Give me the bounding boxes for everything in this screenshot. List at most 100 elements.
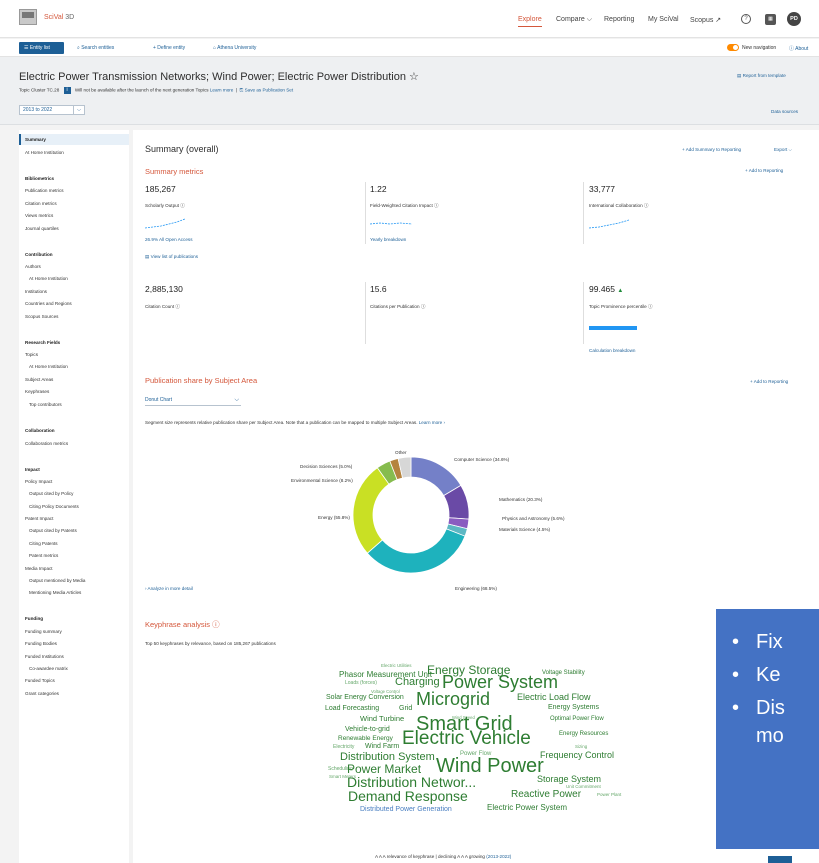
sidebar-item[interactable]: Summary <box>25 137 46 142</box>
view-publications-link[interactable]: ▤ View list of publications <box>145 254 198 260</box>
keyphrase-word[interactable]: Wind Turbine <box>360 715 404 723</box>
apps-grid-icon[interactable]: ▦ <box>765 14 776 25</box>
sidebar-item[interactable]: Citing Policy Documents <box>29 504 79 509</box>
keyphrase-word[interactable]: Storage System <box>537 775 601 784</box>
sidebar-item[interactable]: Scopus Sources <box>25 314 58 319</box>
keyphrase-word[interactable]: Frequency Control <box>540 751 614 760</box>
sidebar-item[interactable]: Topics <box>25 352 38 357</box>
new-navigation-toggle[interactable] <box>727 44 739 51</box>
keyphrase-word[interactable]: Electric Vehicle <box>402 729 531 748</box>
help-icon[interactable]: ? <box>741 14 751 24</box>
sidebar-item[interactable]: Grant categories <box>25 691 59 696</box>
sidebar-item[interactable]: At Home Institution <box>25 150 64 155</box>
keyphrase-word[interactable]: Load Forecasting <box>325 705 379 712</box>
sidebar-item[interactable]: Policy Impact <box>25 479 52 484</box>
sidebar-item[interactable]: Output cited by Patents <box>29 528 77 533</box>
open-access-link[interactable]: 26.9% All Open Access <box>145 237 193 242</box>
sidebar-item[interactable]: Output mentioned by Media <box>29 578 85 583</box>
sidebar-item[interactable]: Funded Institutions <box>25 654 64 659</box>
year-range-select[interactable]: 2013 to 2022 ⌵ <box>19 105 85 115</box>
keyphrase-word[interactable]: Demand Response <box>348 789 468 803</box>
sidebar-item[interactable]: Views metrics <box>25 213 53 218</box>
sidebar-item: Research Fields <box>25 340 61 345</box>
keyphrase-word[interactable]: Microgrid <box>416 690 490 708</box>
scholarly-output-sparkline <box>145 218 185 229</box>
keyphrase-word[interactable]: Vehicle-to-grid <box>345 726 390 733</box>
analyze-more-link[interactable]: › Analyze in more detail <box>145 586 193 591</box>
sidebar-item[interactable]: Keyphrases <box>25 389 49 394</box>
about-link[interactable]: ⓘ About <box>789 45 808 52</box>
sidebar-item[interactable]: Citation metrics <box>25 201 57 206</box>
keyphrase-word[interactable]: Optimal Power Flow <box>550 716 604 722</box>
sidebar-item[interactable]: Co-awardee matrix <box>29 666 68 671</box>
keyphrase-word[interactable]: Charging <box>395 677 440 688</box>
sidebar-item[interactable]: Publication metrics <box>25 188 64 193</box>
define-entity-button[interactable]: + Define entity <box>153 45 185 51</box>
keyphrase-word[interactable]: Electric Load Flow <box>517 693 591 702</box>
sidebar-item[interactable]: Media Impact <box>25 566 53 571</box>
sidebar-item[interactable]: Countries and Regions <box>25 301 72 306</box>
keyphrase-word[interactable]: Sizing <box>575 744 587 750</box>
sidebar-item[interactable]: Patent Impact <box>25 516 53 521</box>
app-name[interactable]: SciVal 3D <box>44 14 74 21</box>
summary-metrics-title: Summary metrics <box>145 167 204 176</box>
info-badge-icon: i <box>63 87 71 94</box>
sidebar-item[interactable]: Citing Patents <box>29 541 58 546</box>
save-publication-set-link[interactable]: ⎘ Save as Publication Set <box>240 88 293 93</box>
keyphrase-word[interactable]: Reactive Power <box>511 790 581 800</box>
add-subject-to-reporting-button[interactable]: + Add to Reporting <box>750 379 788 384</box>
sidebar-item[interactable]: Subject Areas <box>25 377 53 382</box>
keyphrase-word[interactable]: Wind Farm <box>365 743 399 750</box>
nav-compare[interactable]: Compare ⌵ <box>556 16 592 24</box>
keyphrase-word[interactable]: Energy Resources <box>559 731 608 737</box>
keyphrase-word[interactable]: Distribution Networ... <box>347 775 476 789</box>
search-entities-button[interactable]: ⌕ Search entities <box>77 45 114 51</box>
footer-badge <box>768 856 792 863</box>
sidebar-item[interactable]: Journal quartiles <box>25 226 59 231</box>
user-avatar[interactable]: PD <box>787 12 801 26</box>
keyphrase-word[interactable]: Loads (forces) <box>345 681 377 686</box>
keyphrase-word[interactable]: Wind Power <box>436 756 544 776</box>
keyphrase-word[interactable]: Energy Systems <box>548 704 599 711</box>
donut-slice[interactable] <box>366 528 466 574</box>
export-button[interactable]: Export ⌵ <box>774 147 792 152</box>
report-from-template-link[interactable]: ▤ Report from template <box>737 73 786 79</box>
sidebar-item[interactable]: Funding summary <box>25 629 62 634</box>
learn-more-link[interactable]: Learn more <box>210 88 234 93</box>
nav-reporting[interactable]: Reporting <box>604 16 634 23</box>
sidebar-item[interactable]: Mentioning Media Articles <box>29 590 81 595</box>
nav-scopus[interactable]: Scopus ↗ <box>690 16 721 24</box>
keyphrase-word[interactable]: Renewable Energy <box>338 735 393 743</box>
keyphrase-word[interactable]: Electricity <box>333 745 354 750</box>
calculation-breakdown-link[interactable]: Calculation breakdown <box>589 348 635 353</box>
sidebar-item[interactable]: Institutions <box>25 289 47 294</box>
data-sources-link[interactable]: Data sources <box>771 109 798 114</box>
donut-slice[interactable] <box>352 467 390 554</box>
keyphrase-word[interactable]: Electric Power System <box>487 804 567 812</box>
yearly-breakdown-link[interactable]: Yearly breakdown <box>370 237 406 242</box>
keyphrase-word[interactable]: Grid <box>399 705 412 712</box>
keyphrase-word[interactable]: Power Plant <box>597 792 621 798</box>
sidebar-item[interactable]: Patent metrics <box>29 553 58 558</box>
sidebar-item[interactable]: Output cited by Policy <box>29 491 73 496</box>
keyphrase-word[interactable]: Solar Energy Conversion <box>326 694 404 701</box>
chart-type-select[interactable]: Donut Chart ⌵ <box>145 396 241 406</box>
subject-learn-more-link[interactable]: Learn more › <box>419 420 445 425</box>
scival-logo-icon[interactable] <box>19 9 37 25</box>
nav-explore[interactable]: Explore <box>518 16 542 27</box>
sidebar-item[interactable]: At Home Institution <box>29 364 68 369</box>
keyphrase-word[interactable]: Distributed Power Generation <box>360 806 452 813</box>
add-metrics-to-reporting-button[interactable]: + Add to Reporting <box>745 168 783 173</box>
keyphrase-word[interactable]: Electric Utilities <box>381 663 412 669</box>
sidebar-item[interactable]: Collaboration metrics <box>25 441 68 446</box>
sidebar-item[interactable]: At Home Institution <box>29 276 68 281</box>
sidebar-item[interactable]: Funding Bodies <box>25 641 57 646</box>
institution-selector[interactable]: ⌂ Athena University <box>213 45 256 51</box>
entity-list-button[interactable]: ☰ Entity list <box>19 42 64 54</box>
nav-my-scival[interactable]: My SciVal <box>648 16 679 23</box>
add-summary-to-reporting-button[interactable]: + Add Summary to Reporting <box>682 147 741 152</box>
sidebar-item[interactable]: Authors <box>25 264 41 269</box>
sidebar-item[interactable]: Funded Topics <box>25 678 55 683</box>
sidebar-item[interactable]: Top contributors <box>29 402 62 407</box>
favorite-star-icon[interactable]: ☆ <box>409 71 419 83</box>
